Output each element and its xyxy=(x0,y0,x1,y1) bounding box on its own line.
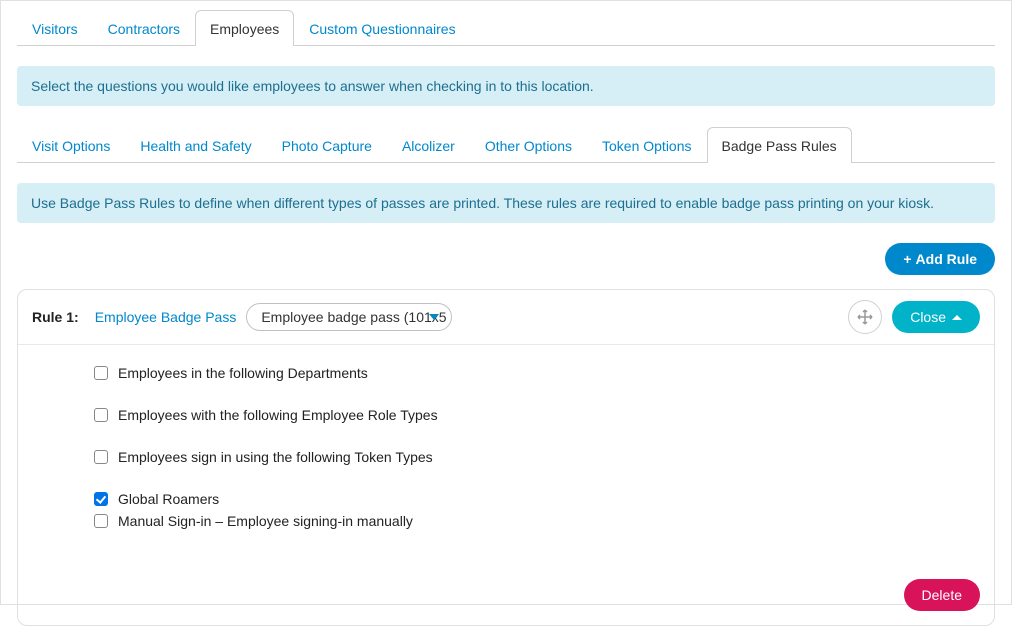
tab-employees[interactable]: Employees xyxy=(195,10,294,46)
rule-card: Rule 1: Employee Badge Pass Employee bad… xyxy=(17,289,995,626)
checkbox-token-types[interactable] xyxy=(94,450,108,464)
rule-name: Employee Badge Pass xyxy=(95,309,237,325)
select-value: Employee badge pass (101x5 xyxy=(261,309,446,325)
settings-page: Visitors Contractors Employees Custom Qu… xyxy=(0,0,1012,605)
sub-tabs: Visit Options Health and Safety Photo Ca… xyxy=(17,126,995,163)
check-label: Global Roamers xyxy=(118,491,219,507)
close-button[interactable]: Close xyxy=(892,301,980,333)
tab-contractors[interactable]: Contractors xyxy=(93,10,195,46)
check-global-roamers: Global Roamers xyxy=(94,491,980,507)
checkbox-departments[interactable] xyxy=(94,366,108,380)
checkbox-global-roamers[interactable] xyxy=(94,492,108,506)
check-token-types: Employees sign in using the following To… xyxy=(94,449,980,465)
badge-template-select[interactable]: Employee badge pass (101x5 xyxy=(246,303,452,331)
subtab-token-options[interactable]: Token Options xyxy=(587,127,707,163)
info-bar-badge-rules: Use Badge Pass Rules to define when diff… xyxy=(17,183,995,223)
check-label: Employees sign in using the following To… xyxy=(118,449,433,465)
rule-title: Rule 1: xyxy=(32,309,79,325)
rule-body: Employees in the following Departments E… xyxy=(18,345,994,569)
check-departments: Employees in the following Departments xyxy=(94,365,980,381)
subtab-alcolizer[interactable]: Alcolizer xyxy=(387,127,470,163)
delete-button[interactable]: Delete xyxy=(904,579,980,611)
tab-visitors[interactable]: Visitors xyxy=(17,10,93,46)
rule-header: Rule 1: Employee Badge Pass Employee bad… xyxy=(18,290,994,345)
check-role-types: Employees with the following Employee Ro… xyxy=(94,407,980,423)
subtab-health-safety[interactable]: Health and Safety xyxy=(125,127,266,163)
add-rule-label: Add Rule xyxy=(916,251,977,267)
checkbox-manual-signin[interactable] xyxy=(94,514,108,528)
close-label: Close xyxy=(910,309,946,325)
checkbox-role-types[interactable] xyxy=(94,408,108,422)
main-tabs: Visitors Contractors Employees Custom Qu… xyxy=(17,9,995,46)
check-label: Manual Sign-in – Employee signing-in man… xyxy=(118,513,413,529)
chevron-up-icon xyxy=(952,315,962,320)
tab-custom-questionnaires[interactable]: Custom Questionnaires xyxy=(294,10,470,46)
chevron-down-icon xyxy=(429,314,439,320)
check-label: Employees with the following Employee Ro… xyxy=(118,407,438,423)
action-row: + Add Rule xyxy=(17,243,995,275)
subtab-photo-capture[interactable]: Photo Capture xyxy=(267,127,387,163)
subtab-visit-options[interactable]: Visit Options xyxy=(17,127,125,163)
subtab-badge-pass-rules[interactable]: Badge Pass Rules xyxy=(707,127,852,163)
subtab-other-options[interactable]: Other Options xyxy=(470,127,587,163)
plus-icon: + xyxy=(903,251,911,267)
drag-handle-icon[interactable] xyxy=(848,300,882,334)
check-manual-signin: Manual Sign-in – Employee signing-in man… xyxy=(94,513,980,529)
rule-footer: Delete xyxy=(18,569,994,625)
check-label: Employees in the following Departments xyxy=(118,365,368,381)
add-rule-button[interactable]: + Add Rule xyxy=(885,243,995,275)
info-bar-employees: Select the questions you would like empl… xyxy=(17,66,995,106)
